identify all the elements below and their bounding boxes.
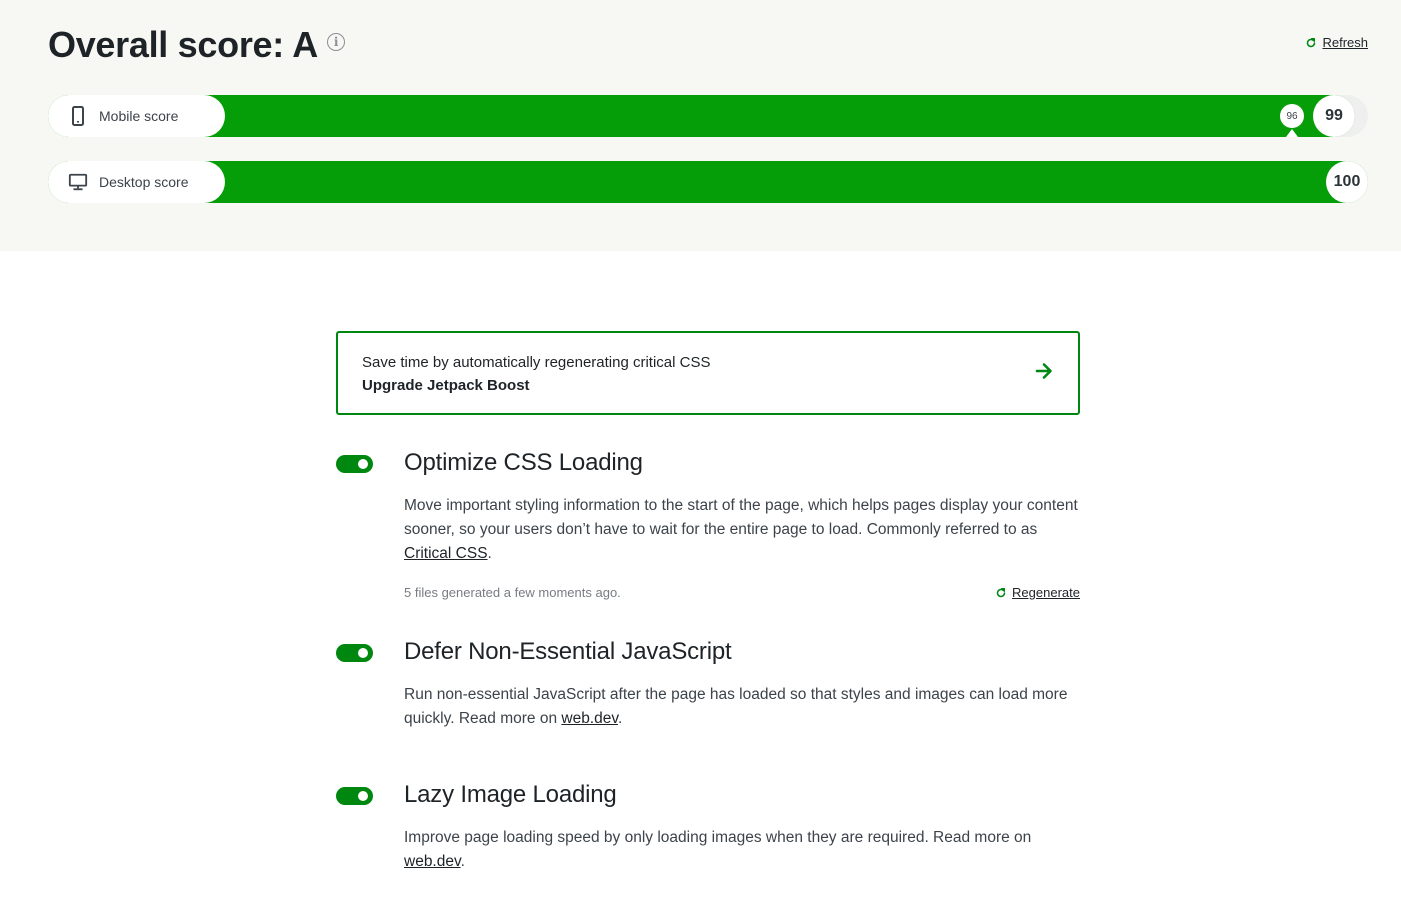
desktop-score-value: 100	[1326, 161, 1368, 203]
module-title: Defer Non-Essential JavaScript	[404, 638, 732, 665]
upgrade-banner-cta: Upgrade Jetpack Boost	[362, 377, 530, 394]
overall-score-title: Overall score: A	[48, 24, 318, 65]
critical-css-link[interactable]: Critical CSS	[404, 545, 488, 562]
description-text: Improve page loading speed by only loadi…	[404, 829, 1032, 846]
mobile-phone-icon	[68, 106, 88, 126]
module-description: Run non-essential JavaScript after the p…	[404, 683, 1084, 731]
desktop-score-text: Desktop score	[99, 174, 189, 190]
desktop-monitor-icon	[68, 172, 88, 192]
toggle-knob	[358, 791, 368, 801]
refresh-label: Refresh	[1322, 35, 1368, 50]
lazy-images-toggle[interactable]	[336, 787, 373, 805]
mobile-score-fill	[48, 95, 1355, 137]
critical-css-status: 5 files generated a few moments ago.	[404, 585, 621, 600]
description-end: .	[460, 853, 465, 870]
module-description: Improve page loading speed by only loadi…	[404, 826, 1084, 874]
mobile-score-label: Mobile score	[48, 95, 225, 137]
description-text: Move important styling information to th…	[404, 497, 1078, 538]
overall-score-heading: Overall score: A i	[48, 24, 345, 66]
refresh-icon	[1307, 37, 1316, 47]
mobile-score-value: 99	[1313, 95, 1355, 137]
upgrade-banner-text: Save time by automatically regenerating …	[362, 354, 711, 371]
previous-mobile-score: 96	[1280, 104, 1304, 128]
description-end: .	[617, 710, 623, 727]
module-description: Move important styling information to th…	[404, 494, 1084, 566]
refresh-icon	[996, 587, 1006, 597]
upgrade-banner[interactable]: Save time by automatically regenerating …	[336, 331, 1080, 415]
refresh-button[interactable]: Refresh	[1305, 35, 1368, 50]
mobile-score-bar: Mobile score 96 99	[48, 95, 1368, 137]
defer-js-toggle[interactable]	[336, 644, 373, 662]
module-title: Optimize CSS Loading	[404, 449, 643, 476]
previous-score-pointer	[1286, 129, 1298, 137]
critical-css-toggle[interactable]	[336, 455, 373, 473]
info-icon[interactable]: i	[327, 33, 345, 51]
toggle-knob	[358, 648, 368, 658]
desktop-score-fill	[48, 161, 1368, 203]
module-title: Lazy Image Loading	[404, 781, 617, 808]
desktop-score-bar: Desktop score 100	[48, 161, 1368, 203]
mobile-score-text: Mobile score	[99, 108, 179, 124]
regenerate-button[interactable]: Regenerate	[995, 585, 1080, 600]
regenerate-label: Regenerate	[1012, 585, 1080, 600]
description-text: Run non-essential JavaScript after the p…	[404, 686, 1068, 727]
desktop-score-label: Desktop score	[48, 161, 225, 203]
toggle-knob	[358, 459, 368, 469]
score-panel: Overall score: A i Refresh Mobile score …	[0, 0, 1401, 251]
arrow-right-icon	[1035, 363, 1052, 379]
web-dev-link[interactable]: web.dev	[404, 853, 461, 870]
web-dev-link[interactable]: web.dev	[561, 710, 618, 727]
description-end: .	[487, 545, 492, 562]
